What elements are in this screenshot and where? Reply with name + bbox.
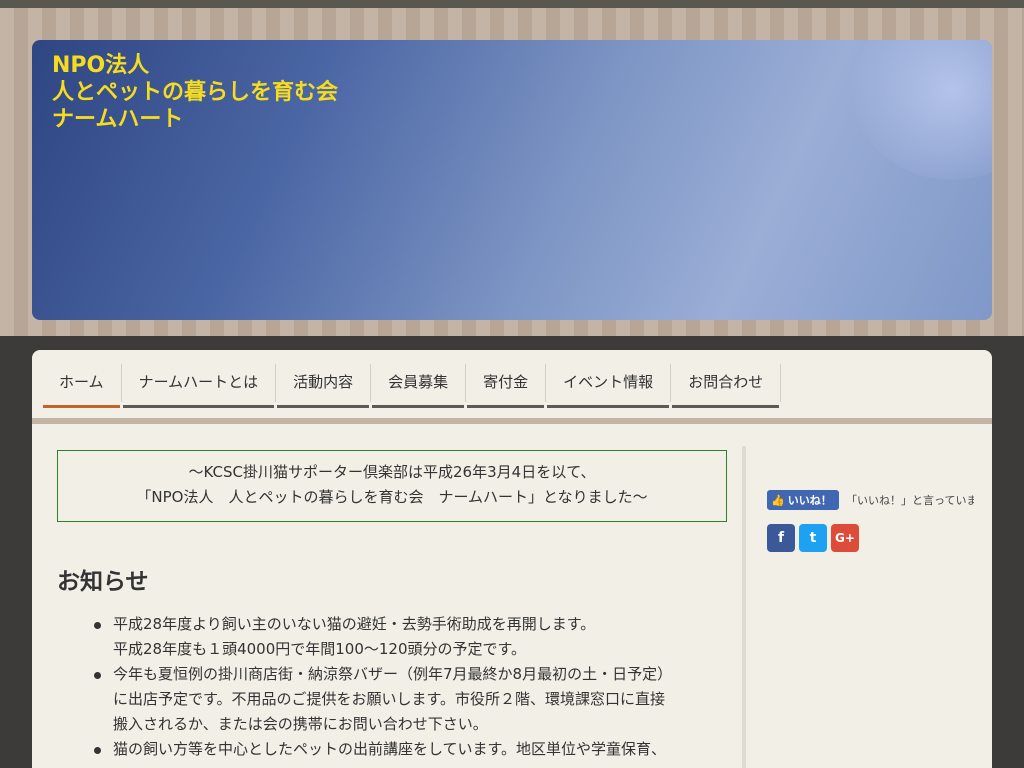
notice-line-1: ～KCSC掛川猫サポーター倶楽部は平成26年3月4日を以て、 bbox=[188, 463, 596, 481]
google-plus-share-button[interactable]: G+ bbox=[831, 524, 859, 552]
news-list: 平成28年度より飼い主のいない猫の避妊・去勢手術助成を再開します。 平成28年度… bbox=[94, 612, 733, 762]
top-strip bbox=[0, 0, 1024, 8]
site-title-line-3: ナームハート bbox=[52, 107, 184, 132]
list-item: 今年も夏恒例の掛川商店街・納涼祭バザー（例年7月最終か8月最初の土・日予定） に… bbox=[94, 662, 733, 737]
news-line: 平成28年度より飼い主のいない猫の避妊・去勢手術助成を再開します。 bbox=[113, 615, 596, 633]
facebook-share-button[interactable]: f bbox=[767, 524, 795, 552]
google-plus-icon: G+ bbox=[835, 531, 855, 545]
nav-item-home[interactable]: ホーム bbox=[43, 358, 122, 408]
nav-divider bbox=[32, 418, 992, 424]
sidebar-divider bbox=[742, 446, 746, 768]
main-nav: ホーム ナームハートとは 活動内容 会員募集 寄付金 イベント情報 お問合わせ bbox=[43, 358, 782, 408]
nav-item-donation[interactable]: 寄付金 bbox=[467, 358, 547, 408]
news-line: 搬入されるか、または会の携帯にお問い合わせ下さい。 bbox=[113, 715, 488, 733]
like-text: 「いいね！」と言っています bbox=[846, 494, 974, 507]
site-title-line-1: NPO法人 bbox=[52, 53, 150, 78]
header-banner: NPO法人 人とペットの暮らしを育む会 ナームハート bbox=[32, 40, 992, 320]
facebook-icon: f bbox=[777, 530, 785, 546]
site-title-line-2: 人とペットの暮らしを育む会 bbox=[52, 80, 339, 105]
twitter-share-button[interactable]: t bbox=[799, 524, 827, 552]
facebook-like-button[interactable]: 👍 いいね！ bbox=[767, 490, 839, 510]
nav-item-activities[interactable]: 活動内容 bbox=[277, 358, 372, 408]
news-line: 猫の飼い方等を中心としたペットの出前講座をしています。地区単位や学童保育、 bbox=[113, 740, 667, 758]
twitter-icon: t bbox=[809, 530, 817, 546]
like-button-label: いいね！ bbox=[787, 494, 832, 507]
notice-box: ～KCSC掛川猫サポーター倶楽部は平成26年3月4日を以て、 「NPO法人 人と… bbox=[57, 450, 727, 522]
notice-line-2: 「NPO法人 人とペットの暮らしを育む会 ナームハート」となりました～ bbox=[136, 488, 648, 506]
news-line: 平成28年度も１頭4000円で年間100～120頭分の予定です。 bbox=[113, 640, 527, 658]
site-title[interactable]: NPO法人 人とペットの暮らしを育む会 ナームハート bbox=[52, 52, 338, 133]
list-item: 平成28年度より飼い主のいない猫の避妊・去勢手術助成を再開します。 平成28年度… bbox=[94, 612, 733, 662]
nav-item-events[interactable]: イベント情報 bbox=[547, 358, 672, 408]
news-line: に出店予定です。不用品のご提供をお願いします。市役所２階、環境課窓口に直接 bbox=[113, 690, 666, 708]
list-item: 猫の飼い方等を中心としたペットの出前講座をしています。地区単位や学童保育、 bbox=[94, 737, 733, 762]
news-line: 今年も夏恒例の掛川商店街・納涼祭バザー（例年7月最終か8月最初の土・日予定） bbox=[113, 665, 673, 683]
nav-item-contact[interactable]: お問合わせ bbox=[672, 358, 782, 408]
news-heading: お知らせ bbox=[57, 569, 149, 595]
thumbs-up-icon: 👍 bbox=[771, 493, 785, 507]
content-panel: ホーム ナームハートとは 活動内容 会員募集 寄付金 イベント情報 お問合わせ … bbox=[32, 350, 992, 768]
nav-item-about[interactable]: ナームハートとは bbox=[122, 358, 276, 408]
nav-item-membership[interactable]: 会員募集 bbox=[372, 358, 467, 408]
